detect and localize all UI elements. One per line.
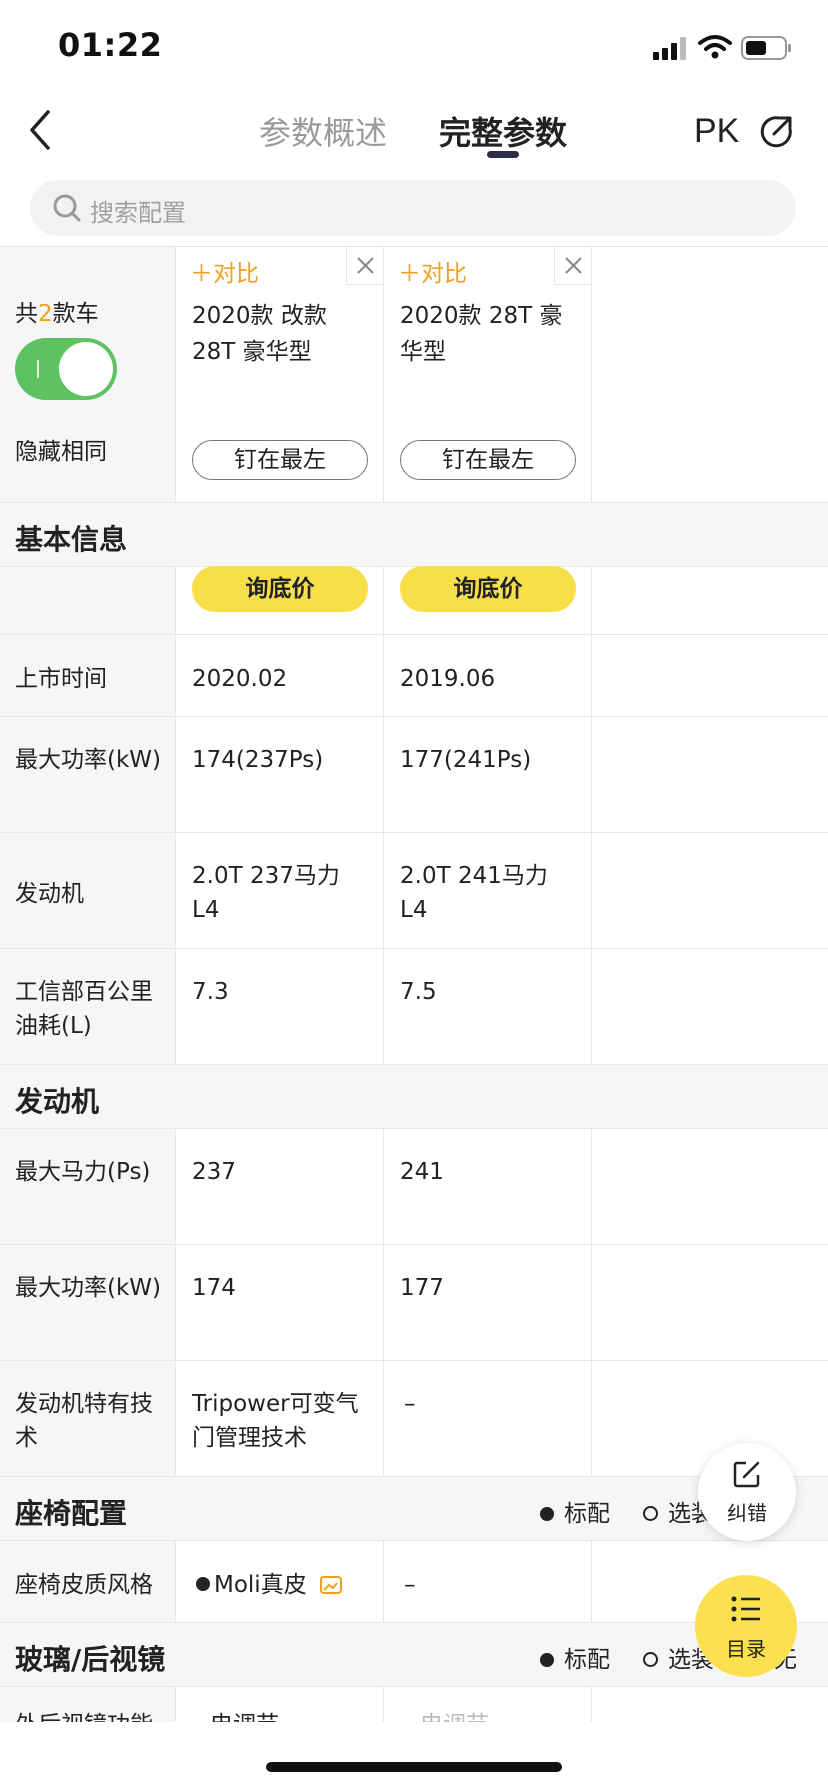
cell-max-hp-2: 241 xyxy=(400,1159,444,1185)
close-car-2[interactable] xyxy=(554,247,592,285)
back-icon[interactable] xyxy=(26,108,56,152)
row-label-max-hp: 最大马力(Ps) xyxy=(15,1159,151,1185)
catalog-button[interactable]: 目录 xyxy=(695,1575,797,1677)
catalog-label: 目录 xyxy=(726,1637,766,1661)
hide-same-label: 隐藏相同 xyxy=(15,439,107,465)
cell-launch-2: 2019.06 xyxy=(400,666,496,692)
row-label-mirror: 外后视镜功能 xyxy=(15,1708,170,1722)
row-label-engine: 发动机 xyxy=(15,881,84,907)
signal-icon xyxy=(653,36,687,60)
image-icon[interactable] xyxy=(320,1570,343,1594)
count-prefix: 共 xyxy=(15,301,38,327)
car-name-2: 2020款 28T 豪华型 xyxy=(400,303,563,365)
standard-dot-icon xyxy=(540,1653,554,1667)
cell-max-power-1: 174(237Ps) xyxy=(192,747,324,773)
optional-circle-icon xyxy=(643,1652,658,1667)
row-label-fuel: 工信部百公里油耗(L) xyxy=(15,979,153,1039)
ask-price-button-1[interactable]: 询底价 xyxy=(192,566,368,612)
cell-mirror-1: 电调节 xyxy=(210,1708,279,1722)
car-name-1: 2020款 改款 28T 豪华型 xyxy=(192,303,327,365)
cell-seat-material-2: – xyxy=(404,1572,416,1598)
pk-button[interactable]: PK xyxy=(694,112,739,151)
search-icon xyxy=(52,193,82,223)
standard-dot-icon xyxy=(196,1577,210,1591)
search-placeholder: 搜索配置 xyxy=(90,199,186,227)
cell-fuel-2: 7.5 xyxy=(400,979,437,1005)
share-icon[interactable] xyxy=(760,114,794,148)
edit-icon xyxy=(732,1459,762,1489)
list-icon xyxy=(731,1595,761,1623)
compare-add-2[interactable]: ＋对比 xyxy=(398,254,467,288)
active-tab-indicator xyxy=(487,151,519,158)
cell-engine-tech-2: – xyxy=(404,1391,416,1417)
section-basic-title: 基本信息 xyxy=(15,523,128,556)
row-label-max-power: 最大功率(kW) xyxy=(15,747,162,773)
cell-max-power-2: 177(241Ps) xyxy=(400,747,532,773)
cell-launch-1: 2020.02 xyxy=(192,666,288,692)
legend-standard-label: 标配 xyxy=(564,1647,610,1673)
cell-engine-1: 2.0T 237马力 L4 xyxy=(192,863,340,923)
cell-mirror-2: 电调节 xyxy=(420,1708,489,1722)
partial-row-clip: 外后视镜功能 电调节 电调节 xyxy=(0,1708,828,1722)
seat-material-value: Moli真皮 xyxy=(214,1572,307,1598)
section-glass-title: 玻璃/后视镜 xyxy=(15,1643,166,1676)
section-seat-title: 座椅配置 xyxy=(15,1497,128,1530)
cell-fuel-1: 7.3 xyxy=(192,979,229,1005)
cell-max-kw-2: 177 xyxy=(400,1275,444,1301)
legend-standard: 标配 xyxy=(540,1494,610,1528)
row-label-seat-material: 座椅皮质风格 xyxy=(15,1572,153,1598)
cell-max-kw-1: 174 xyxy=(192,1275,236,1301)
pin-left-button-2[interactable]: 钉在最左 xyxy=(400,440,576,480)
row-label-engine-tech: 发动机特有技术 xyxy=(15,1391,153,1451)
correct-error-button[interactable]: 纠错 xyxy=(698,1443,796,1541)
cell-max-hp-1: 237 xyxy=(192,1159,236,1185)
battery-icon xyxy=(741,36,793,60)
standard-dot-icon xyxy=(540,1507,554,1521)
optional-circle-icon xyxy=(643,1506,658,1521)
row-label-launch: 上市时间 xyxy=(15,666,107,692)
status-time: 01:22 xyxy=(58,26,163,64)
section-engine-bg xyxy=(0,1065,828,1128)
home-indicator xyxy=(266,1762,562,1772)
wifi-icon xyxy=(698,34,732,60)
compare-add-1[interactable]: ＋对比 xyxy=(190,254,259,288)
count-number: 2 xyxy=(38,301,53,327)
count-suffix: 款车 xyxy=(52,301,99,327)
ask-price-button-2[interactable]: 询底价 xyxy=(400,566,576,612)
toggle-knob xyxy=(59,342,113,396)
section-engine-title: 发动机 xyxy=(15,1085,100,1118)
correct-error-label: 纠错 xyxy=(727,1501,767,1525)
tab-full-params[interactable]: 完整参数 xyxy=(439,108,567,154)
toggle-on-mark xyxy=(37,360,39,378)
tab-overview[interactable]: 参数概述 xyxy=(259,108,387,154)
legend-standard-2: 标配 xyxy=(540,1640,610,1674)
pin-left-button-1[interactable]: 钉在最左 xyxy=(192,440,368,480)
cell-engine-tech-1: Tripower可变气门管理技术 xyxy=(192,1391,359,1451)
cell-seat-material-1: Moli真皮 xyxy=(196,1568,343,1602)
cell-engine-2: 2.0T 241马力 L4 xyxy=(400,863,548,923)
legend-standard-label: 标配 xyxy=(564,1501,610,1527)
close-car-1[interactable] xyxy=(346,247,384,285)
row-label-max-kw: 最大功率(kW) xyxy=(15,1275,162,1301)
hide-same-toggle[interactable] xyxy=(15,338,117,400)
car-count: 共2款车 xyxy=(15,294,99,328)
